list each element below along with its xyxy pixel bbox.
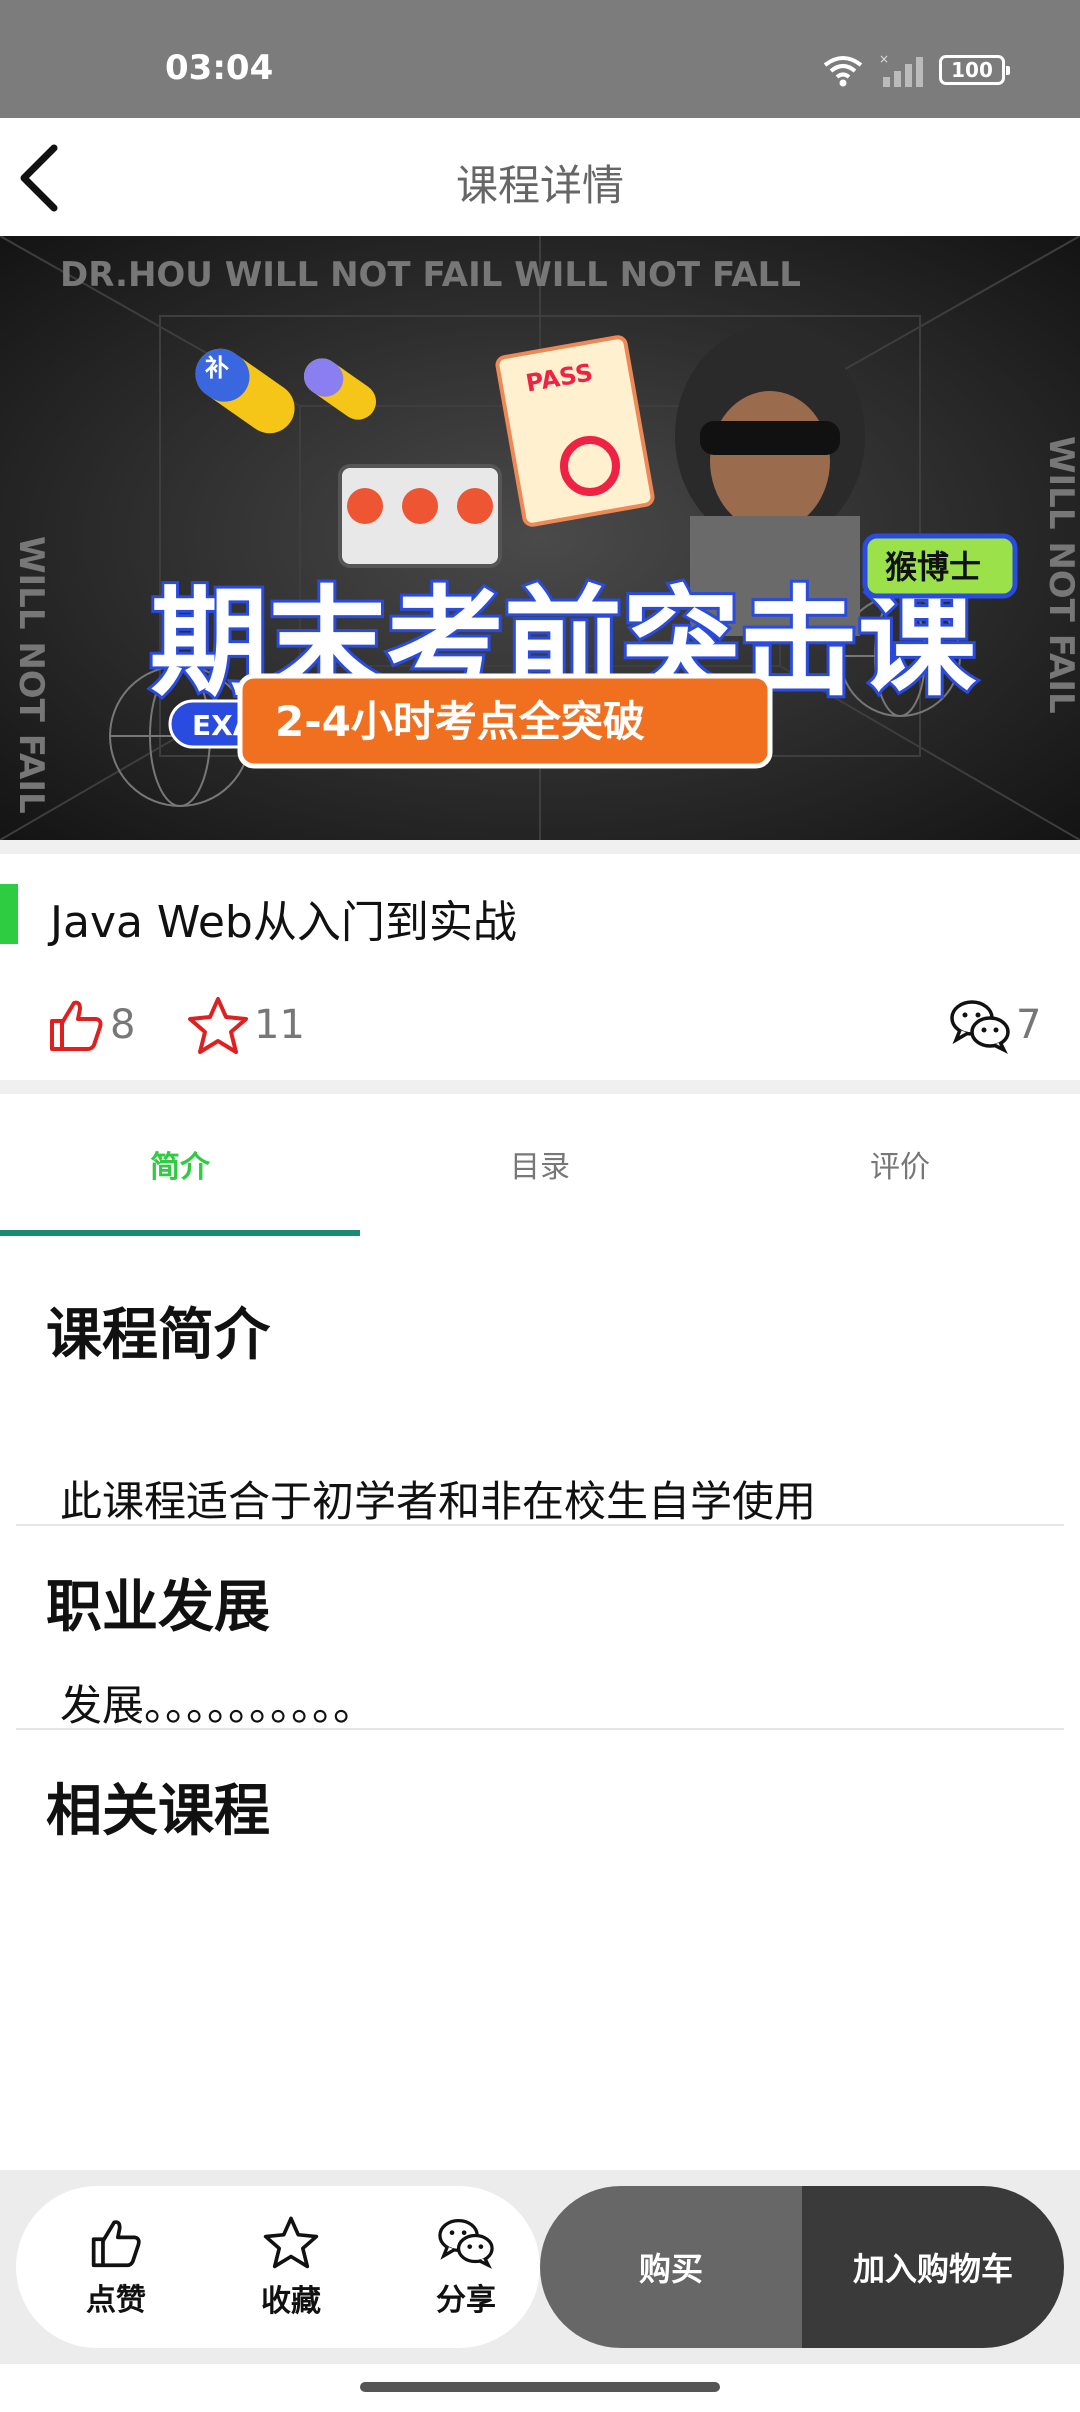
banner-side-marquee-left: WILL NOT FAIL <box>11 536 51 814</box>
like-count: 8 <box>110 1002 136 1048</box>
tab-indicator <box>0 1230 360 1236</box>
like-label: 点赞 <box>86 2283 146 2318</box>
wechat-icon <box>438 2218 494 2269</box>
career-text: 发展。。。。。。。。。。 <box>60 1681 376 1730</box>
pass-paper-graphic: PASS <box>495 335 655 527</box>
svg-text:×: × <box>879 53 889 66</box>
tab-reviews[interactable]: 评价 <box>720 1094 1080 1234</box>
share-label: 分享 <box>436 2283 496 2318</box>
brand-tag: 猴博士 <box>885 548 981 586</box>
title-accent-bar <box>0 884 18 944</box>
thumbs-up-icon <box>91 2220 141 2268</box>
like-stat[interactable]: 8 <box>46 990 135 1060</box>
action-pill: 点赞 收藏 分享 <box>16 2186 540 2348</box>
divider-band <box>0 840 1080 854</box>
banner-artwork: DR.HOU WILL NOT FAIL WILL NOT FALL WILL … <box>0 236 1080 840</box>
course-banner: DR.HOU WILL NOT FAIL WILL NOT FALL WILL … <box>0 236 1080 840</box>
stats-row: 8 11 7 <box>0 980 1080 1070</box>
banner-side-marquee-right: WILL NOT FAIL <box>1041 436 1080 714</box>
favorite-label: 收藏 <box>261 2284 321 2319</box>
page-title: 课程详情 <box>455 161 624 210</box>
comment-stat[interactable]: 7 <box>948 990 1041 1060</box>
buy-button[interactable]: 购买 <box>540 2186 802 2348</box>
banner-top-marquee: DR.HOU WILL NOT FAIL WILL NOT FALL <box>60 255 801 295</box>
status-time: 03:04 <box>165 48 274 88</box>
robot-graphic <box>338 464 502 568</box>
favorite-stat[interactable]: 11 <box>186 990 305 1060</box>
divider-band <box>0 1080 1080 1094</box>
career-heading: 职业发展 <box>46 1575 270 1640</box>
intro-heading: 课程简介 <box>46 1303 270 1368</box>
comment-count: 7 <box>1016 1002 1042 1048</box>
signal-icon: × <box>879 53 923 87</box>
wifi-icon <box>823 56 863 87</box>
bottom-action-bar: 点赞 收藏 分享 购买 加入购物车 <box>0 2170 1080 2364</box>
intro-text: 此课程适合于初学者和非在校生自学使用 <box>60 1477 817 1526</box>
status-bar: 03:04 × 100 <box>0 0 1080 118</box>
star-icon <box>263 2216 319 2269</box>
section-divider <box>16 1728 1064 1730</box>
favorite-button[interactable]: 收藏 <box>231 2186 351 2348</box>
battery-level: 100 <box>951 58 993 82</box>
title-bar: 课程详情 <box>0 118 1080 236</box>
star-icon <box>188 997 248 1054</box>
course-title: Java Web从入门到实战 <box>50 897 517 948</box>
tab-bar: 简介 目录 评价 <box>0 1094 1080 1234</box>
banner-subline: 2-4小时考点全突破 <box>275 697 645 746</box>
share-button[interactable]: 分享 <box>406 2186 526 2348</box>
thumbs-up-icon <box>50 1000 103 1051</box>
like-button[interactable]: 点赞 <box>56 2186 176 2348</box>
battery-icon: 100 <box>939 55 1010 85</box>
wechat-icon <box>950 1000 1010 1054</box>
pill-label: 补 <box>205 354 229 382</box>
course-title-row: Java Web从入门到实战 <box>0 870 1080 960</box>
related-heading: 相关课程 <box>46 1779 270 1844</box>
add-to-cart-button[interactable]: 加入购物车 <box>802 2186 1064 2348</box>
status-icons: × 100 <box>821 50 1010 90</box>
section-divider <box>16 1524 1064 1526</box>
tab-catalog[interactable]: 目录 <box>360 1094 720 1234</box>
favorite-count: 11 <box>254 1002 305 1048</box>
tab-intro[interactable]: 简介 <box>0 1094 360 1234</box>
home-indicator[interactable] <box>360 2382 720 2392</box>
